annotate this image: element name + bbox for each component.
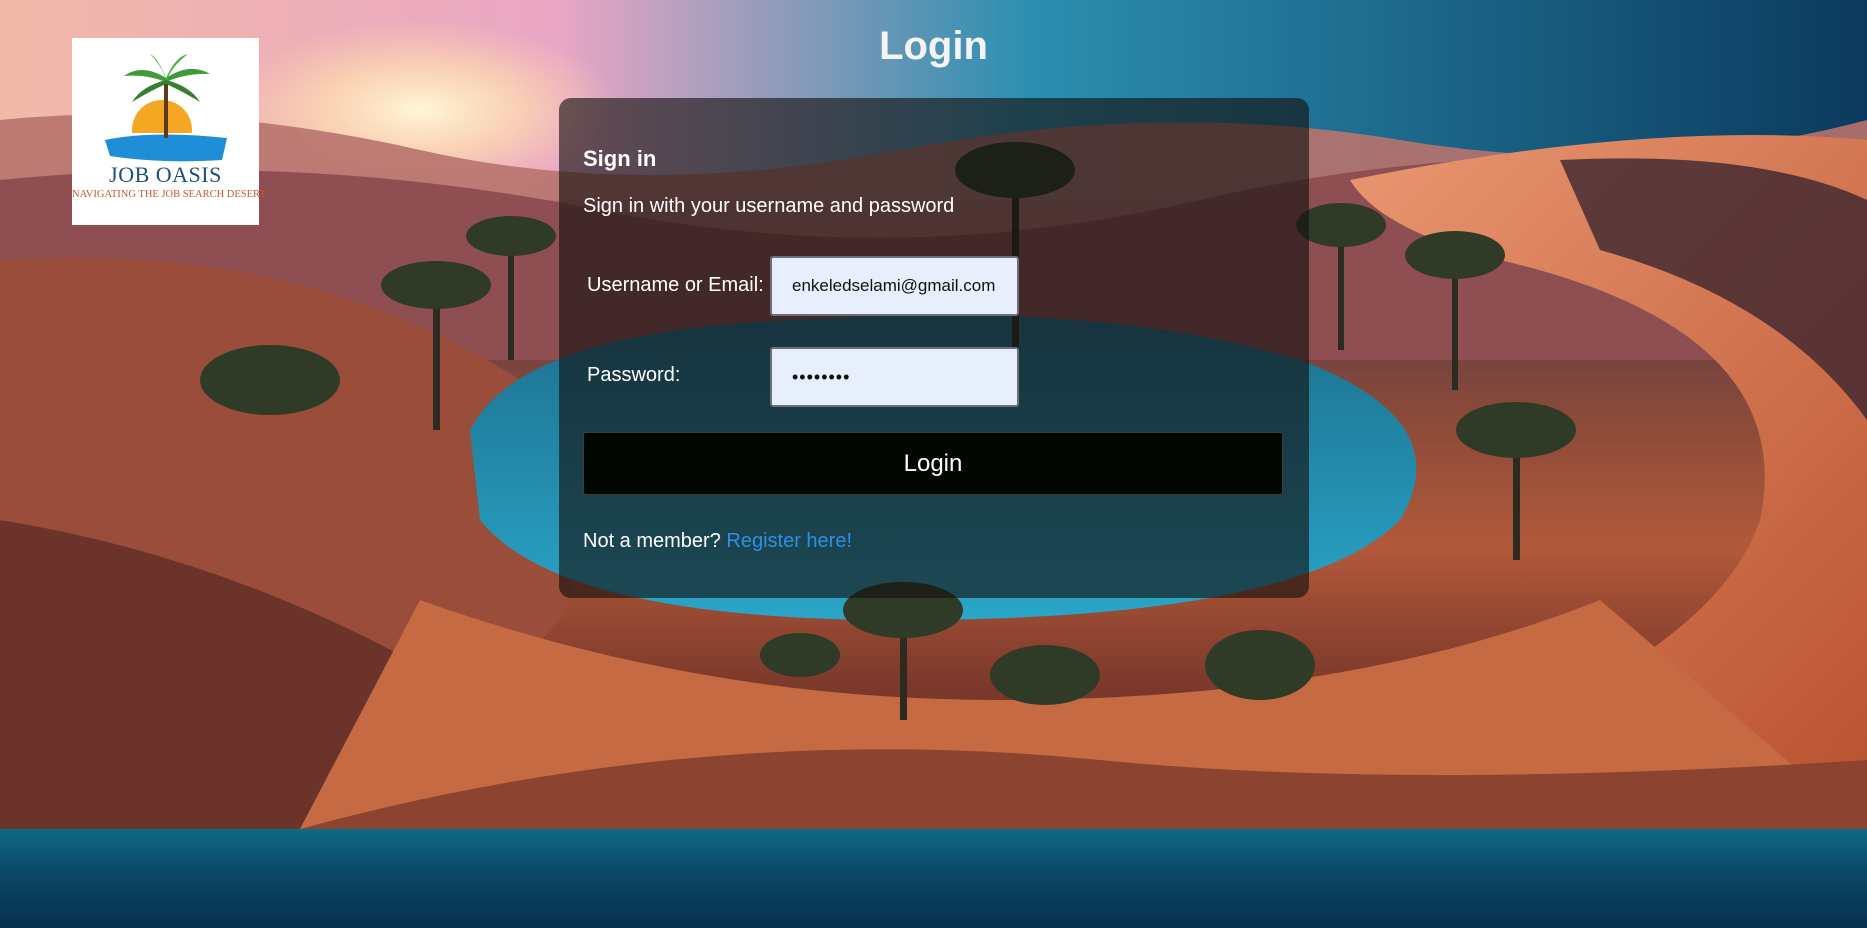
register-row: Not a member? Register here! bbox=[583, 530, 852, 553]
footer-band bbox=[0, 829, 1867, 928]
login-button[interactable]: Login bbox=[583, 432, 1283, 495]
card-subheading: Sign in with your username and password bbox=[583, 195, 955, 217]
card-heading: Sign in bbox=[583, 146, 657, 171]
password-label: Password: bbox=[587, 364, 681, 386]
register-link[interactable]: Register here! bbox=[726, 530, 852, 552]
register-prompt: Not a member? bbox=[583, 530, 721, 552]
page-title: Login bbox=[879, 24, 988, 68]
logo-tagline: NAVIGATING THE JOB SEARCH DESERT bbox=[72, 189, 266, 200]
password-input[interactable] bbox=[770, 347, 1019, 407]
login-card: Sign in Sign in with your username and p… bbox=[559, 98, 1309, 598]
username-label: Username or Email: bbox=[587, 274, 764, 296]
username-input[interactable] bbox=[770, 256, 1019, 316]
logo-title: JOB OASIS bbox=[109, 162, 222, 187]
